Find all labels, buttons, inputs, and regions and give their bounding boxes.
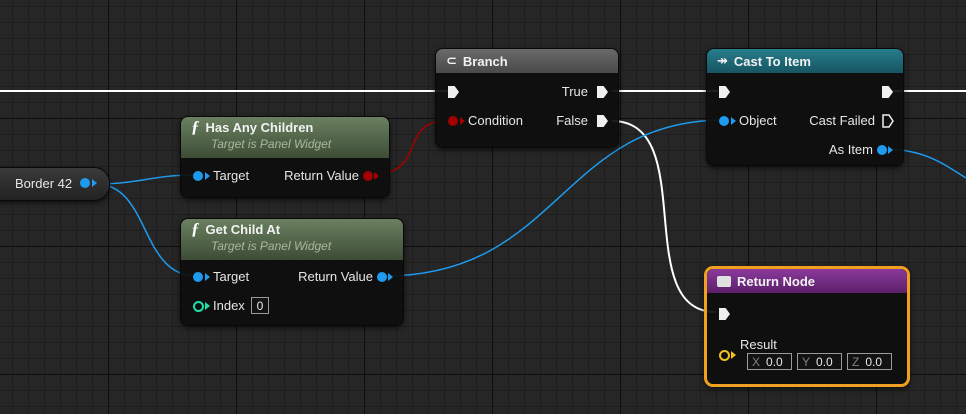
- x-axis-label: X: [752, 355, 761, 369]
- has-any-children-subtitle: Target is Panel Widget: [211, 137, 332, 151]
- pin-arrow-icon: [460, 117, 465, 125]
- get-child-at-index-pin[interactable]: [193, 301, 204, 312]
- return-node-header[interactable]: ▬ Return Node: [707, 269, 907, 293]
- cast-to-item-node[interactable]: ↠ Cast To Item Object Cast Failed As Ite…: [706, 48, 904, 166]
- get-child-at-return-label: Return Value: [298, 269, 373, 284]
- border-output-pin[interactable]: [80, 178, 90, 188]
- return-node[interactable]: ▬ Return Node Result X 0.0 Y 0.0 Z 0.0: [704, 266, 910, 387]
- get-child-at-target-pin[interactable]: [193, 272, 203, 282]
- branch-node[interactable]: ⊂ Branch True Condition False: [435, 48, 619, 148]
- branch-condition-label: Condition: [468, 113, 523, 128]
- function-icon: ƒ: [191, 219, 200, 238]
- pin-arrow-icon: [888, 146, 893, 154]
- has-any-children-title: Has Any Children: [205, 120, 314, 135]
- has-any-children-target-pin[interactable]: [193, 171, 203, 181]
- has-any-children-header[interactable]: ƒ Has Any Children Target is Panel Widge…: [181, 117, 389, 158]
- y-value: 0.0: [816, 355, 833, 369]
- cast-object-pin[interactable]: [719, 116, 729, 126]
- branch-title: Branch: [462, 53, 508, 69]
- branch-true-label: True: [561, 84, 588, 99]
- get-child-at-return-pin[interactable]: [377, 272, 387, 282]
- return-z-input[interactable]: Z 0.0: [847, 353, 892, 370]
- has-any-children-return-label: Return Value: [284, 168, 359, 183]
- cast-exec-in-pin[interactable]: [719, 86, 730, 98]
- z-axis-label: Z: [852, 355, 860, 369]
- get-child-at-index-label: Index: [213, 298, 245, 313]
- cast-as-item-pin[interactable]: [877, 145, 887, 155]
- branch-condition-pin[interactable]: [448, 116, 458, 126]
- return-icon: ▬: [717, 275, 731, 287]
- return-result-label: Result: [740, 337, 777, 352]
- border-variable-node[interactable]: Border 42: [0, 167, 110, 201]
- pin-arrow-icon: [92, 179, 97, 187]
- pin-arrow-icon: [205, 273, 210, 281]
- branch-header[interactable]: ⊂ Branch: [436, 49, 618, 73]
- y-axis-label: Y: [802, 355, 811, 369]
- return-x-input[interactable]: X 0.0: [747, 353, 792, 370]
- return-result-pin[interactable]: [719, 350, 730, 361]
- cast-failed-label: Cast Failed: [809, 113, 875, 128]
- pin-arrow-icon: [731, 351, 736, 359]
- cast-icon: ↠: [717, 53, 728, 68]
- branch-false-pin[interactable]: [597, 115, 608, 127]
- return-y-input[interactable]: Y 0.0: [797, 353, 842, 370]
- branch-true-pin[interactable]: [597, 86, 608, 98]
- cast-object-label: Object: [739, 113, 777, 128]
- pin-arrow-icon: [731, 117, 736, 125]
- function-icon: ƒ: [191, 117, 200, 136]
- get-child-at-target-label: Target: [213, 269, 250, 284]
- has-any-children-node[interactable]: ƒ Has Any Children Target is Panel Widge…: [180, 116, 390, 198]
- pin-arrow-icon: [205, 302, 210, 310]
- cast-exec-out-pin[interactable]: [882, 86, 893, 98]
- pin-arrow-icon: [374, 172, 379, 180]
- cast-as-item-label: As Item: [828, 142, 873, 157]
- branch-false-label: False: [556, 113, 588, 128]
- pin-arrow-icon: [205, 172, 210, 180]
- z-value: 0.0: [865, 355, 883, 369]
- branch-exec-in-pin[interactable]: [448, 86, 459, 98]
- return-exec-in-pin[interactable]: [719, 308, 730, 320]
- get-child-at-header[interactable]: ƒ Get Child At Target is Panel Widget: [181, 219, 403, 260]
- has-any-children-return-pin[interactable]: [363, 171, 373, 181]
- exec-wire-false-to-return: [611, 120, 717, 313]
- return-node-title: Return Node: [737, 273, 815, 289]
- get-child-at-index-input[interactable]: 0: [251, 297, 269, 314]
- pin-arrow-icon: [388, 273, 393, 281]
- branch-icon: ⊂: [446, 53, 457, 68]
- border-variable-label: Border 42: [15, 176, 73, 191]
- get-child-at-node[interactable]: ƒ Get Child At Target is Panel Widget Ta…: [180, 218, 404, 326]
- get-child-at-title: Get Child At: [205, 222, 281, 237]
- x-value: 0.0: [766, 355, 783, 369]
- cast-to-item-title: Cast To Item: [733, 53, 811, 69]
- cast-failed-pin[interactable]: [882, 114, 894, 128]
- get-child-at-subtitle: Target is Panel Widget: [211, 239, 332, 253]
- has-any-children-target-label: Target: [213, 168, 250, 183]
- cast-to-item-header[interactable]: ↠ Cast To Item: [707, 49, 903, 73]
